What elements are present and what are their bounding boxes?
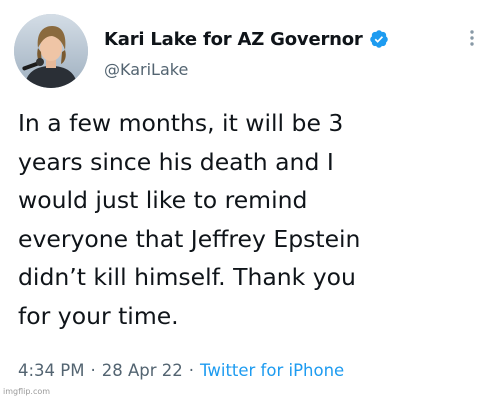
more-options-icon[interactable]	[462, 26, 482, 50]
tweet-text-line: everyone that Jeffrey Epstein	[18, 224, 361, 253]
display-name[interactable]: Kari Lake for AZ Governor	[104, 29, 363, 50]
tweet-text-line: would just like to remind	[18, 186, 308, 214]
tweet-text: In a few months, it will be 3 years sinc…	[18, 104, 488, 335]
tweet-meta: 4:34 PM · 28 Apr 22 · Twitter for iPhone	[18, 361, 344, 380]
watermark: imgflip.com	[3, 387, 51, 396]
tweet-time[interactable]: 4:34 PM	[18, 361, 84, 380]
handle[interactable]: @KariLake	[104, 60, 188, 79]
avatar[interactable]	[14, 14, 88, 88]
tweet-text-line: years since his death and I	[18, 147, 334, 176]
meta-separator: ·	[90, 361, 96, 380]
tweet-text-line: for your time.	[18, 301, 179, 330]
tweet-text-line: In a few months, it will be 3	[18, 109, 344, 137]
tweet-date[interactable]: 28 Apr 22	[102, 361, 183, 380]
display-name-row[interactable]: Kari Lake for AZ Governor	[104, 27, 389, 51]
tweet-card: Kari Lake for AZ Governor @KariLake In a…	[0, 0, 500, 400]
meta-separator: ·	[188, 361, 195, 380]
tweet-text-line: didn’t kill himself. Thank you	[18, 263, 356, 291]
avatar-photo	[14, 14, 88, 88]
verified-badge-icon	[369, 29, 389, 49]
tweet-source-link[interactable]: Twitter for iPhone	[200, 361, 344, 380]
